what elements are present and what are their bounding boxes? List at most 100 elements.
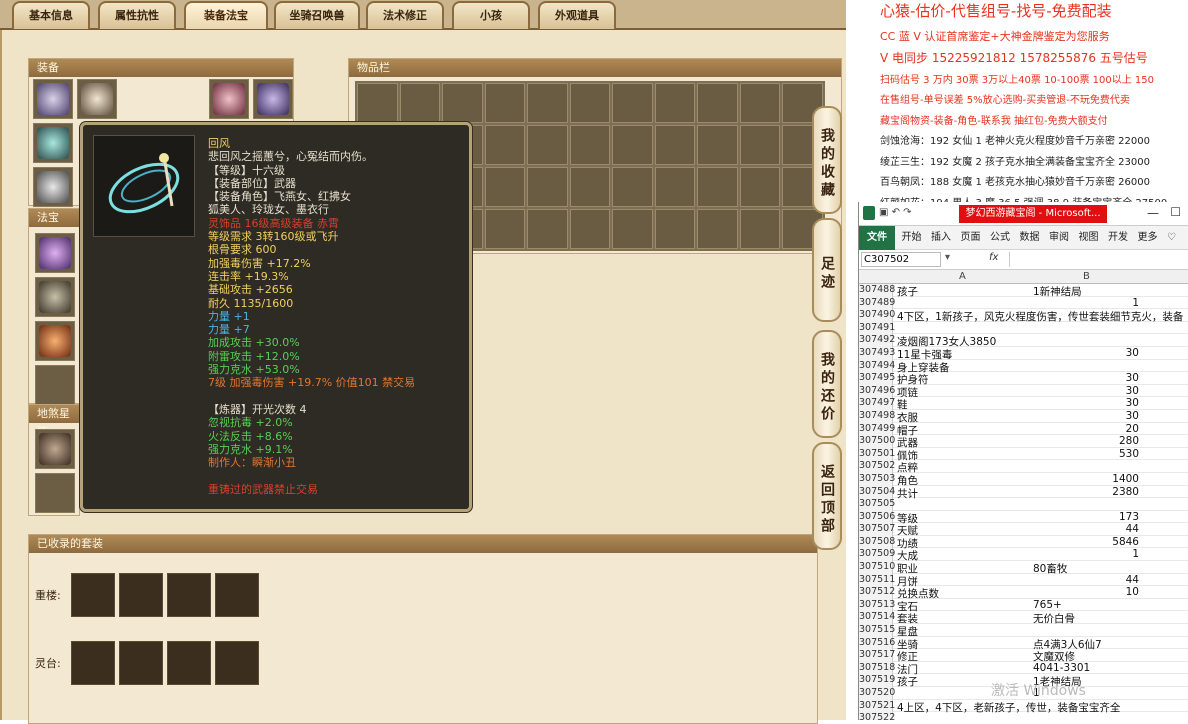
save-icon[interactable]: ▣ ↶ ↷ [879, 207, 912, 218]
equip-slot-helmet[interactable] [33, 79, 73, 119]
ribbon-home[interactable]: 开始 [899, 226, 925, 250]
sheet-row[interactable]: 307502 点粹 [859, 460, 1188, 474]
sheet-row[interactable]: 307517 修正 文魔双修 [859, 649, 1188, 663]
row-number[interactable]: 307509 [859, 548, 895, 562]
sheet-row[interactable]: 307506 等级 173 [859, 510, 1188, 525]
sheet-row[interactable]: 307501 佩饰 530 [859, 447, 1188, 462]
row-number[interactable]: 307516 [859, 636, 895, 650]
minimize-icon[interactable]: — [1147, 206, 1159, 220]
suit-icon[interactable] [71, 641, 115, 685]
ribbon-review[interactable]: 审阅 [1046, 226, 1072, 250]
cell-b-number[interactable]: 10 [1033, 586, 1139, 598]
row-number[interactable]: 307512 [859, 586, 895, 599]
tab-children[interactable]: 小孩 [452, 1, 530, 29]
row-number[interactable]: 307504 [859, 485, 895, 499]
sheet-row[interactable]: 307495 护身符 30 [859, 372, 1188, 386]
row-number[interactable]: 307515 [859, 624, 895, 637]
heart-icon[interactable]: ♡ [1164, 226, 1179, 250]
sheet-row[interactable]: 307492 凌烟阁173女人3850 [859, 334, 1188, 348]
suit-icon[interactable] [167, 641, 211, 685]
cell-b-number[interactable]: 30 [1033, 372, 1139, 384]
sheet-row[interactable]: 307521 4上区，4下区，老新孩子，传世，装备宝宝齐全 [859, 699, 1188, 714]
cell-b-number[interactable]: 44 [1033, 523, 1139, 535]
disha-slot-2[interactable] [35, 473, 75, 513]
sheet-row[interactable]: 307499 帽子 20 [859, 422, 1188, 437]
window-title-tab[interactable]: 梦幻西游藏宝阁 - Microsoft... [959, 205, 1107, 223]
cell-b-number[interactable]: 1 [1033, 548, 1139, 560]
tab-spell-correction[interactable]: 法术修正 [366, 1, 444, 29]
sheet-row[interactable]: 307513 宝石 765+ [859, 598, 1188, 613]
cell-b-number[interactable]: 20 [1033, 423, 1139, 435]
tab-equipment[interactable]: 装备法宝 [184, 1, 268, 29]
fabao-slot-2[interactable] [35, 277, 75, 317]
footprint-button[interactable]: 足迹 [812, 218, 842, 322]
row-number[interactable]: 307507 [859, 523, 895, 536]
ribbon-more[interactable]: 更多 [1135, 226, 1161, 250]
row-number[interactable]: 307514 [859, 611, 895, 625]
my-counteroffer-button[interactable]: 我的还价 [812, 330, 842, 438]
suit-icon[interactable] [215, 641, 259, 685]
cell-b-number[interactable]: 2380 [1033, 486, 1139, 498]
sheet-row[interactable]: 307489 1 [859, 296, 1188, 310]
sheet-row[interactable]: 307503 角色 1400 [859, 472, 1188, 487]
row-number[interactable]: 307520 [859, 687, 895, 700]
row-number[interactable]: 307490 [859, 309, 895, 322]
ribbon-view[interactable]: 视图 [1076, 226, 1102, 250]
row-number[interactable]: 307501 [859, 447, 895, 461]
sheet-row[interactable]: 307512 兑换点数 10 [859, 586, 1188, 600]
sheet-row[interactable]: 307490 4下区，1新孩子，风克火程度伤害，传世套装细节克火，装备 [859, 309, 1188, 323]
suit-icon[interactable] [119, 641, 163, 685]
sheet-row[interactable]: 307498 衣服 30 [859, 409, 1188, 424]
sheet-rows[interactable]: 307488 孩子 1新神结局 307489 1 307490 4下区，1新孩子，风克火程度… [859, 284, 1188, 720]
equip-slot-necklace[interactable] [77, 79, 117, 119]
row-number[interactable]: 307522 [859, 712, 895, 720]
row-number[interactable]: 307513 [859, 598, 895, 612]
row-number[interactable]: 307505 [859, 498, 895, 511]
sheet-row[interactable]: 307508 功绩 5846 [859, 535, 1188, 550]
sheet-row[interactable]: 307518 法门 4041-3301 [859, 661, 1188, 676]
row-number[interactable]: 307488 [859, 284, 895, 297]
row-number[interactable]: 307502 [859, 460, 895, 473]
sheet-row[interactable]: 307493 11星卡强毒 30 [859, 346, 1188, 361]
sheet-row[interactable]: 307500 武器 280 [859, 435, 1188, 449]
row-number[interactable]: 307519 [859, 674, 895, 687]
cell-b-number[interactable]: 173 [1033, 511, 1139, 523]
equip-slot-mask[interactable] [209, 79, 249, 119]
row-number[interactable]: 307493 [859, 346, 895, 360]
row-number[interactable]: 307518 [859, 661, 895, 675]
sheet-row[interactable]: 307516 坐骑 点4满3人6仙7 [859, 636, 1188, 651]
formula-input[interactable] [1009, 252, 1185, 267]
sheet-row[interactable]: 307515 星盘 [859, 624, 1188, 638]
suit-icon[interactable] [167, 573, 211, 617]
tab-appearance[interactable]: 外观道具 [538, 1, 616, 29]
row-number[interactable]: 307498 [859, 409, 895, 423]
row-number[interactable]: 307521 [859, 699, 895, 713]
fabao-slot-1[interactable] [35, 233, 75, 273]
back-to-top-button[interactable]: 返回顶部 [812, 442, 842, 550]
tab-basic-info[interactable]: 基本信息 [12, 1, 90, 29]
ribbon-file[interactable]: 文件 [859, 226, 895, 250]
fabao-slot-3[interactable] [35, 321, 75, 361]
equip-slot-shoes[interactable] [33, 167, 73, 207]
sheet-row[interactable]: 307511 月饼 44 [859, 573, 1188, 588]
suit-icon[interactable] [71, 573, 115, 617]
cell-b-number[interactable]: 530 [1033, 448, 1139, 460]
ribbon-data[interactable]: 数据 [1017, 226, 1043, 250]
cell-b-text[interactable]: 4041-3301 [1033, 662, 1090, 674]
row-number[interactable]: 307517 [859, 649, 895, 662]
sheet-row[interactable]: 307488 孩子 1新神结局 [859, 284, 1188, 298]
cell-b-number[interactable]: 30 [1033, 397, 1139, 409]
row-number[interactable]: 307496 [859, 384, 895, 398]
suit-icon[interactable] [215, 573, 259, 617]
row-number[interactable]: 307506 [859, 510, 895, 524]
row-number[interactable]: 307508 [859, 535, 895, 549]
row-number[interactable]: 307492 [859, 334, 895, 347]
cell-b-number[interactable]: 5846 [1033, 536, 1139, 548]
cell-b-text[interactable]: 765+ [1033, 599, 1062, 611]
ribbon-insert[interactable]: 插入 [928, 226, 954, 250]
sheet-row[interactable]: 307496 项链 30 [859, 384, 1188, 399]
row-number[interactable]: 307500 [859, 435, 895, 448]
row-number[interactable]: 307489 [859, 296, 895, 310]
maximize-icon[interactable]: ☐ [1170, 205, 1181, 219]
cell-b-number[interactable]: 280 [1033, 435, 1139, 447]
